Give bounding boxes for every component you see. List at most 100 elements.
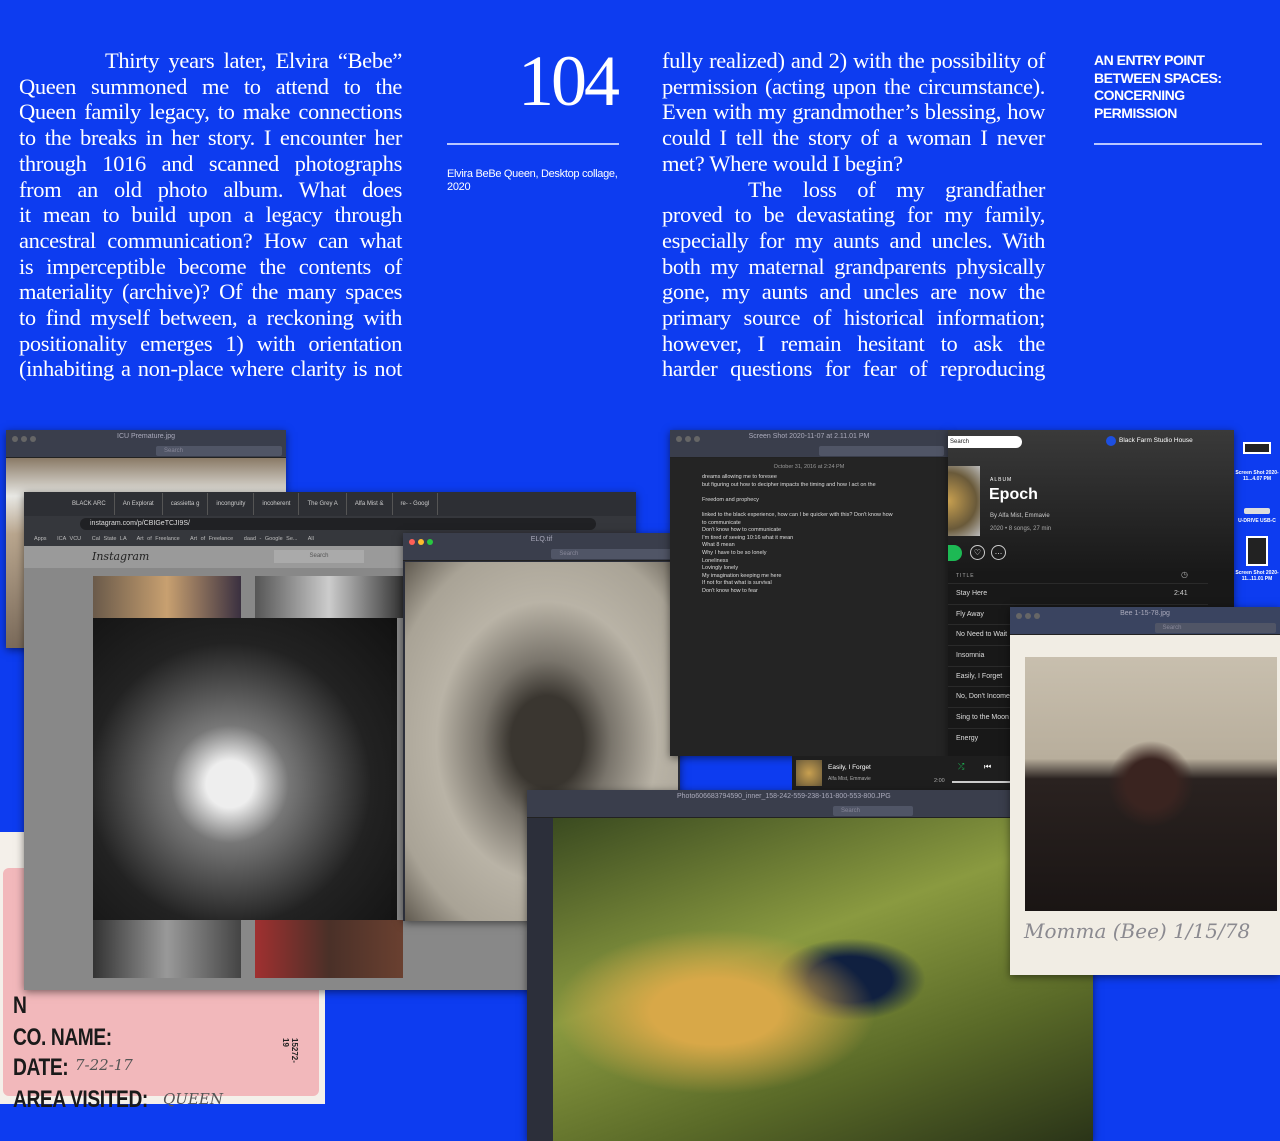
user-avatar[interactable]	[1106, 436, 1116, 446]
note-line: Don't know how to communicate	[702, 527, 782, 534]
browser-tab[interactable]: cassietta g	[163, 493, 209, 515]
section-heading: AN ENTRY POINT BETWEEN SPACES: CONCERNIN…	[1094, 52, 1222, 121]
text-line: The loss of my grandfather	[748, 176, 1045, 202]
card-label: CO. NAME:	[13, 1024, 112, 1051]
text-line: positionality emerges 1) with orientatio…	[19, 330, 402, 356]
browser-tab[interactable]: BLACK ARC	[64, 493, 115, 515]
now-playing-artist: Alfa Mist, Emmavie	[828, 776, 871, 782]
text-line: harder questions for fear of reproducing	[662, 356, 1045, 382]
bookmark[interactable]: Art of Freelance	[190, 536, 233, 542]
window-title: Bee 1-15-78.jpg	[1120, 610, 1170, 617]
notes-screenshot-window: Screen Shot 2020-11-07 at 2.11.01 PM Oct…	[670, 430, 948, 756]
browser-tab[interactable]: The Grey A	[299, 493, 347, 515]
drive-icon[interactable]	[1244, 508, 1270, 514]
gravesite-photo-window: Photo606683794590_inner_158-242-559-238-…	[527, 790, 1093, 1141]
note-line: but figuring out how to decipher impacts…	[702, 481, 876, 488]
text-line: (inhabiting a non-place where clarity is…	[19, 356, 402, 382]
play-button[interactable]	[948, 545, 962, 561]
progress-bar[interactable]	[952, 781, 1010, 783]
right-text-column: fully realized) and 2) with the possibil…	[662, 48, 1045, 382]
text-line: both my maternal grandparents physically	[662, 253, 1045, 279]
text-line: fully realized) and 2) with the possibil…	[662, 48, 1045, 73]
desktop-icons: Screen Shot 2020-11...4.07 PM U-DRIVE US…	[1234, 440, 1280, 582]
bee-photo	[1025, 657, 1277, 911]
text-line: ancestral communication? How can what	[19, 227, 402, 253]
note-date: October 31, 2016 at 2:24 PM	[773, 464, 845, 470]
handwritten-date: 7-22-17	[75, 1056, 133, 1074]
note-line: Freedom and prophecy	[702, 496, 759, 503]
user-name[interactable]: Black Farm Studio House	[1119, 437, 1193, 444]
instagram-search[interactable]: Search	[274, 550, 364, 563]
note-line: linked to the black experience, how can …	[702, 511, 893, 518]
more-icon[interactable]: …	[991, 545, 1006, 560]
text-line: is imperceptible become the contents of	[19, 253, 402, 279]
browser-tab[interactable]: incoherent	[254, 493, 300, 515]
note-line: Why I have to be so lonely	[702, 549, 767, 556]
bookmark[interactable]: Art of Freelance	[137, 536, 180, 542]
note-line: What 8 mean	[702, 542, 735, 549]
browser-tab[interactable]: re- - Googl	[393, 493, 439, 515]
browser-tab[interactable]: Alfa Mist &	[347, 493, 393, 515]
note-line: Don't know how to fear	[702, 587, 758, 594]
note-line: If not for that what is survival	[702, 580, 772, 587]
desktop-icon-label[interactable]: U-DRIVE USB-C	[1234, 518, 1280, 524]
divider	[447, 143, 619, 145]
search-field[interactable]	[818, 446, 944, 456]
text-line: Queen family legacy, to make connections	[19, 99, 402, 125]
previous-icon[interactable]: ⏮	[984, 762, 991, 772]
now-playing-art	[796, 760, 822, 786]
search-field[interactable]: Search	[551, 549, 676, 559]
desktop-icon-label[interactable]: Screen Shot 2020-11...4.07 PM	[1234, 470, 1280, 482]
text-line: could I tell the story of a woman I neve…	[662, 125, 1045, 151]
search-field[interactable]: Search	[156, 446, 282, 456]
card-label: N	[13, 992, 27, 1019]
text-line: permission (acting upon the circumstance…	[662, 73, 1045, 99]
text-line: proved to be devastating for my family,	[662, 202, 1045, 228]
album-artists: By Alfa Mist, Emmavie	[990, 513, 1050, 519]
bee-preview-window: Bee 1-15-78.jpg Search Momma (Bee) 1/15/…	[1010, 607, 1280, 975]
spotify-player-bar: Easily, I Forget Alfa Mist, Emmavie ⤮ ⏮ …	[792, 756, 1010, 792]
instagram-logo: Instagram	[92, 550, 150, 563]
image-caption: Elvira BeBe Queen, Desktop collage, 2020	[447, 168, 618, 193]
text-line: Queen summoned me to attend to the	[19, 73, 402, 99]
clock-icon: ◷	[1181, 570, 1188, 579]
search-field[interactable]: Search	[1154, 623, 1276, 633]
screenshot-file-icon[interactable]	[1243, 442, 1271, 454]
thumbnail-grid	[93, 920, 241, 978]
bookmark[interactable]: Cal State LA	[92, 536, 127, 542]
spotify-search[interactable]: Search	[948, 436, 1022, 448]
left-text-column: Thirty years later, Elvira “Bebe” Queen …	[19, 48, 402, 382]
shuffle-icon[interactable]: ⤮	[958, 762, 964, 772]
note-line	[670, 489, 948, 497]
text-line: to the breaks in her story. I encounter …	[19, 125, 402, 151]
divider	[1094, 143, 1262, 145]
text-line: through 1016 and scanned photographs	[19, 150, 402, 176]
note-line: Lovingly lonely	[702, 565, 739, 572]
now-playing-title: Easily, I Forget	[828, 764, 871, 771]
note-line: to communicate	[702, 519, 741, 526]
bookmark[interactable]: daad - Google Se...	[244, 536, 298, 542]
text-line: materiality (archive)? Of the many space…	[19, 279, 402, 305]
baptism-photo	[93, 618, 397, 920]
track-duration: 2:41	[1174, 590, 1188, 597]
track-row[interactable]: Stay Here	[948, 583, 1208, 604]
bookmark[interactable]: Apps	[34, 536, 47, 542]
note-body: dreams allowing me to foresee but figurin…	[670, 474, 948, 596]
thumbnail-grid	[255, 920, 403, 978]
elapsed-time: 2:00	[934, 778, 945, 784]
window-title: ICU Premature.jpg	[117, 433, 175, 440]
window-title: Photo606683794590_inner_158-242-559-238-…	[677, 793, 891, 800]
screenshot-file-icon[interactable]	[1246, 536, 1268, 566]
bookmark[interactable]: ICA VCU	[57, 536, 81, 542]
search-field[interactable]: Search	[833, 806, 913, 816]
card-label: DATE:	[13, 1054, 69, 1081]
desktop-icon-label[interactable]: Screen Shot 2020-11...11.01 PM	[1234, 570, 1280, 582]
bookmark[interactable]: All	[308, 536, 314, 542]
thumbnail-grid	[93, 576, 241, 618]
address-bar[interactable]: instagram.com/p/CBIGeTCJI9S/	[80, 518, 596, 530]
text-line: however, I remain hesitant to ask the	[662, 330, 1045, 356]
browser-tab[interactable]: An Explorat	[115, 493, 163, 515]
note-line: I'm tired of seeing 10:16 what it mean	[702, 534, 794, 541]
browser-tab[interactable]: incongruity	[208, 493, 255, 515]
heart-icon[interactable]: ♡	[970, 545, 985, 560]
